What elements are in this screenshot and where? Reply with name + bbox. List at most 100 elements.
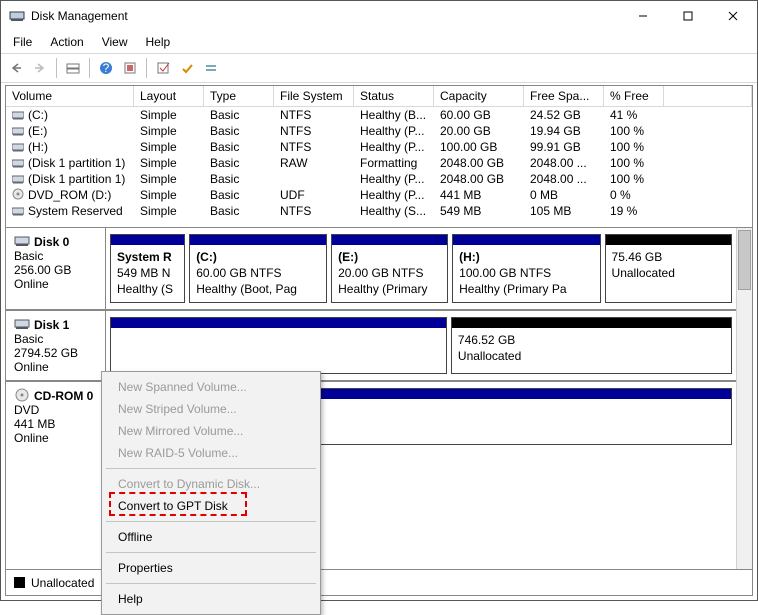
- cell: Simple: [134, 123, 204, 139]
- cell: 100 %: [604, 139, 664, 155]
- cell: [664, 107, 752, 123]
- back-button[interactable]: [5, 57, 27, 79]
- column-header[interactable]: File System: [274, 86, 354, 107]
- window-title: Disk Management: [31, 9, 620, 23]
- cell: 99.91 GB: [524, 139, 604, 155]
- menu-file[interactable]: File: [5, 33, 40, 51]
- volume-row[interactable]: (Disk 1 partition 1)SimpleBasicHealthy (…: [6, 171, 752, 187]
- cell: (Disk 1 partition 1): [6, 155, 134, 171]
- context-menu-item[interactable]: Help: [104, 588, 318, 610]
- help-button[interactable]: ?: [95, 57, 117, 79]
- cell: 549 MB: [434, 203, 524, 219]
- disk-context-menu[interactable]: New Spanned Volume...New Striped Volume.…: [101, 371, 321, 615]
- cell: (C:): [6, 107, 134, 123]
- partition-unallocated[interactable]: 75.46 GBUnallocated: [605, 234, 732, 303]
- partition[interactable]: (H:)100.00 GB NTFSHealthy (Primary Pa: [452, 234, 600, 303]
- legend-label-unallocated: Unallocated: [31, 576, 94, 590]
- forward-button[interactable]: [29, 57, 51, 79]
- menu-view[interactable]: View: [94, 33, 136, 51]
- cell: 41 %: [604, 107, 664, 123]
- cell: NTFS: [274, 123, 354, 139]
- cell: Basic: [204, 171, 274, 187]
- legend-swatch-unallocated: [14, 577, 25, 588]
- volume-row[interactable]: System ReservedSimpleBasicNTFSHealthy (S…: [6, 203, 752, 219]
- context-menu-item: New RAID-5 Volume...: [104, 442, 318, 464]
- volume-row[interactable]: (H:)SimpleBasicNTFSHealthy (P...100.00 G…: [6, 139, 752, 155]
- cell: 19.94 GB: [524, 123, 604, 139]
- cell: 19 %: [604, 203, 664, 219]
- cell: 20.00 GB: [434, 123, 524, 139]
- cell: NTFS: [274, 203, 354, 219]
- apply-button[interactable]: [176, 57, 198, 79]
- list-button[interactable]: [200, 57, 222, 79]
- cell: NTFS: [274, 107, 354, 123]
- partition[interactable]: [110, 317, 447, 374]
- vertical-scrollbar[interactable]: [736, 228, 752, 569]
- menu-separator: [106, 552, 316, 553]
- context-menu-item: New Spanned Volume...: [104, 376, 318, 398]
- context-menu-item[interactable]: Convert to GPT Disk: [104, 495, 318, 517]
- cell: UDF: [274, 187, 354, 203]
- cell: [274, 171, 354, 187]
- column-header[interactable]: Free Spa...: [524, 86, 604, 107]
- column-header[interactable]: Capacity: [434, 86, 524, 107]
- cell: [664, 203, 752, 219]
- cell: 0 MB: [524, 187, 604, 203]
- partition[interactable]: (E:)20.00 GB NTFSHealthy (Primary: [331, 234, 448, 303]
- cell: [664, 187, 752, 203]
- disk-label[interactable]: Disk 1Basic2794.52 GBOnline: [6, 311, 106, 380]
- partition-unallocated[interactable]: 746.52 GBUnallocated: [451, 317, 732, 374]
- cell: 100 %: [604, 123, 664, 139]
- settings-button[interactable]: [119, 57, 141, 79]
- cell: NTFS: [274, 139, 354, 155]
- context-menu-item[interactable]: Offline: [104, 526, 318, 548]
- context-menu-item[interactable]: Properties: [104, 557, 318, 579]
- menu-help[interactable]: Help: [138, 33, 179, 51]
- toolbar-separator: [146, 58, 147, 78]
- volume-row[interactable]: (C:)SimpleBasicNTFSHealthy (B...60.00 GB…: [6, 107, 752, 123]
- close-button[interactable]: [710, 2, 755, 30]
- cell: 105 MB: [524, 203, 604, 219]
- column-header[interactable]: % Free: [604, 86, 664, 107]
- column-header[interactable]: Status: [354, 86, 434, 107]
- partition[interactable]: System R549 MB NHealthy (S: [110, 234, 185, 303]
- menu-action[interactable]: Action: [42, 33, 91, 51]
- cell: Healthy (P...: [354, 139, 434, 155]
- cell: Healthy (P...: [354, 187, 434, 203]
- column-header[interactable]: Layout: [134, 86, 204, 107]
- cell: 100 %: [604, 171, 664, 187]
- minimize-button[interactable]: [620, 2, 665, 30]
- toolbar: ?: [1, 53, 757, 83]
- cell: (E:): [6, 123, 134, 139]
- partition[interactable]: (C:)60.00 GB NTFSHealthy (Boot, Pag: [189, 234, 327, 303]
- titlebar: Disk Management: [1, 1, 757, 31]
- context-menu-item: New Striped Volume...: [104, 398, 318, 420]
- volume-list[interactable]: VolumeLayoutTypeFile SystemStatusCapacit…: [6, 86, 752, 228]
- menu-separator: [106, 521, 316, 522]
- column-header[interactable]: Volume: [6, 86, 134, 107]
- show-hide-console-button[interactable]: [62, 57, 84, 79]
- disk-label[interactable]: Disk 0Basic256.00 GBOnline: [6, 228, 106, 309]
- menu-separator: [106, 468, 316, 469]
- scrollbar-thumb[interactable]: [738, 230, 751, 290]
- svg-text:?: ?: [103, 61, 110, 75]
- cell: 100 %: [604, 155, 664, 171]
- disk-label[interactable]: CD-ROM 0DVD441 MBOnline: [6, 382, 106, 451]
- cell: [664, 123, 752, 139]
- cell: (H:): [6, 139, 134, 155]
- cell: Simple: [134, 187, 204, 203]
- volume-row[interactable]: (E:)SimpleBasicNTFSHealthy (P...20.00 GB…: [6, 123, 752, 139]
- volume-row[interactable]: DVD_ROM (D:)SimpleBasicUDFHealthy (P...4…: [6, 187, 752, 203]
- volume-row[interactable]: (Disk 1 partition 1)SimpleBasicRAWFormat…: [6, 155, 752, 171]
- toolbar-separator: [89, 58, 90, 78]
- cell: Healthy (S...: [354, 203, 434, 219]
- refresh-button[interactable]: [152, 57, 174, 79]
- cell: 2048.00 ...: [524, 171, 604, 187]
- cell: [664, 139, 752, 155]
- cell: [664, 171, 752, 187]
- context-menu-item: Convert to Dynamic Disk...: [104, 473, 318, 495]
- maximize-button[interactable]: [665, 2, 710, 30]
- cell: DVD_ROM (D:): [6, 187, 134, 203]
- column-header[interactable]: Type: [204, 86, 274, 107]
- cell: Formatting: [354, 155, 434, 171]
